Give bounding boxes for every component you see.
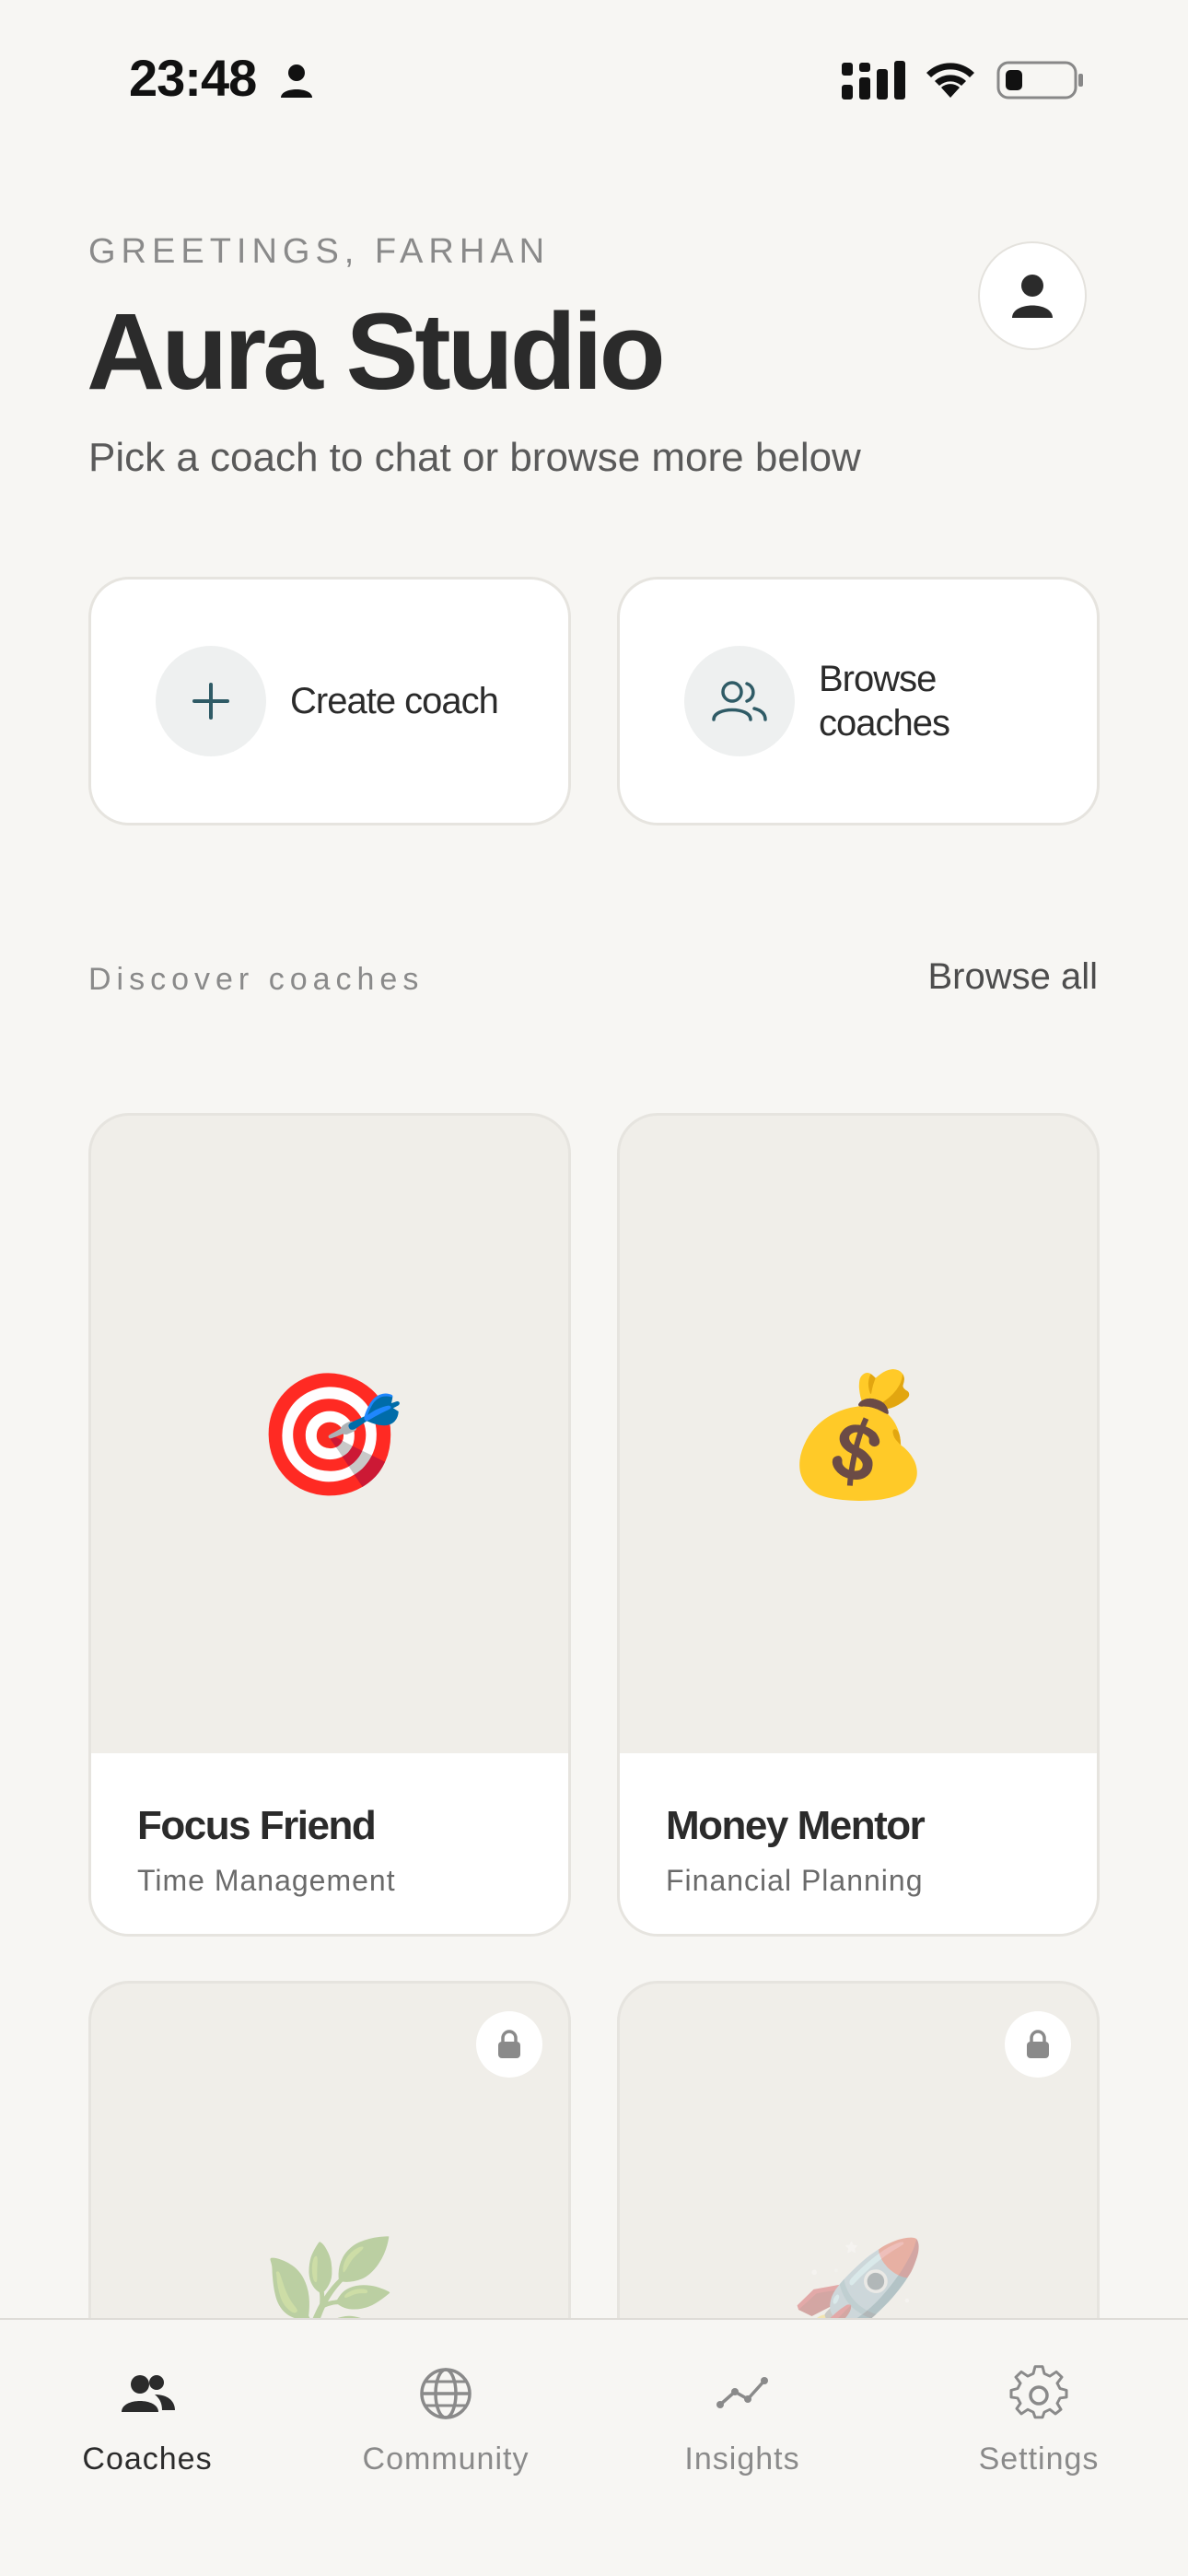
- people-icon: [712, 681, 767, 721]
- browse-coaches-button[interactable]: Browse coaches: [617, 577, 1100, 825]
- coach-card-focus-friend[interactable]: 🎯 Focus Friend Time Management: [88, 1113, 571, 1937]
- money-bag-icon: 💰: [784, 1366, 933, 1502]
- status-time: 23:48: [129, 49, 257, 107]
- chart-line-icon: [716, 2377, 768, 2408]
- coach-info: Focus Friend Time Management: [91, 1753, 568, 1934]
- discover-section-label: Discover coaches: [88, 962, 425, 997]
- lock-badge: [1005, 2011, 1071, 2078]
- coach-info: Money Mentor Financial Planning: [620, 1753, 1097, 1934]
- tab-community[interactable]: Community: [326, 2364, 565, 2477]
- page-subtitle: Pick a coach to chat or browse more belo…: [88, 435, 861, 480]
- gear-icon: [1009, 2365, 1068, 2419]
- coach-category: Time Management: [137, 1864, 396, 1897]
- tab-coaches[interactable]: Coaches: [28, 2364, 267, 2477]
- battery-icon: [996, 61, 1083, 100]
- status-bar: 23:48: [0, 0, 1188, 161]
- coach-image: 💰: [620, 1116, 1097, 1753]
- coach-card-money-mentor[interactable]: 💰 Money Mentor Financial Planning: [617, 1113, 1100, 1937]
- tab-insights[interactable]: Insights: [623, 2364, 862, 2477]
- target-icon: 🎯: [255, 1366, 404, 1502]
- create-coach-label: Create coach: [290, 681, 499, 721]
- coach-image: 🎯: [91, 1116, 568, 1753]
- wifi-icon: [926, 63, 974, 98]
- tab-label: Settings: [978, 2441, 1100, 2476]
- person-icon: [281, 64, 312, 98]
- tab-label: Insights: [684, 2441, 800, 2476]
- profile-button[interactable]: [978, 241, 1087, 350]
- signal-icon: [842, 61, 905, 100]
- globe-icon: [420, 2368, 472, 2419]
- coach-name: Focus Friend: [137, 1803, 377, 1848]
- browse-coaches-icon-circle: [684, 646, 795, 756]
- plus-icon: [192, 683, 229, 720]
- tab-label: Community: [362, 2441, 530, 2476]
- create-coach-icon-circle: [156, 646, 266, 756]
- people-icon: [122, 2375, 175, 2412]
- lock-badge: [476, 2011, 542, 2078]
- create-coach-button[interactable]: Create coach: [88, 577, 571, 825]
- browse-coaches-label: Browse coaches: [819, 659, 950, 744]
- greeting-text: GREETINGS, FARHAN: [88, 232, 551, 271]
- coach-name: Money Mentor: [666, 1803, 926, 1848]
- tab-bar: Coaches Community Insights Settings: [0, 2318, 1188, 2576]
- lock-icon: [498, 2030, 520, 2058]
- browse-all-link[interactable]: Browse all: [927, 956, 1098, 998]
- lock-icon: [1027, 2030, 1049, 2058]
- page-title: Aura Studio: [87, 291, 666, 413]
- person-icon: [1012, 275, 1053, 318]
- screen: 23:48 GREETINGS, FARHAN Aura Studio Pick…: [0, 0, 1188, 2576]
- tab-settings[interactable]: Settings: [919, 2364, 1159, 2477]
- coach-category: Financial Planning: [666, 1864, 924, 1897]
- tab-label: Coaches: [82, 2441, 213, 2476]
